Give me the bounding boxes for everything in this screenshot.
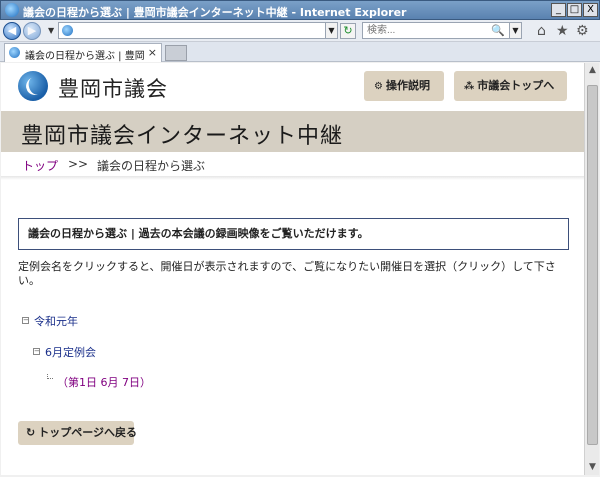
gear-icon: ⚙: [374, 81, 383, 92]
tree-session-link[interactable]: 6月定例会: [45, 344, 96, 360]
minimize-button[interactable]: _: [551, 3, 566, 17]
collapse-icon[interactable]: −: [33, 348, 40, 355]
back-to-top-label: トップページへ戻る: [38, 426, 137, 439]
return-arrow-icon: ↻: [26, 426, 36, 439]
breadcrumb-current: 議会の日程から選ぶ: [97, 159, 206, 173]
sitemap-icon: ⁂: [464, 81, 475, 92]
back-to-top-button[interactable]: ↻ トップページへ戻る: [18, 421, 137, 445]
council-top-label: 市議会トップへ: [477, 79, 555, 92]
search-dropdown-icon[interactable]: ▼: [509, 23, 521, 38]
address-dropdown-icon[interactable]: ▼: [325, 23, 337, 38]
search-box: 🔍 ▼: [362, 22, 522, 39]
back-button[interactable]: ◀: [3, 22, 21, 40]
breadcrumb-separator: >>: [68, 157, 89, 171]
page-viewport: 豊岡市議会 ⚙ 操作説明 ⁂ 市議会トップへ 豊岡市議会インターネット中継 トップ …: [1, 63, 584, 475]
scrollbar-thumb[interactable]: [587, 85, 598, 445]
site-name: 豊岡市議会: [58, 77, 168, 101]
tree-connector: [47, 374, 53, 379]
city-logo-icon: [18, 71, 48, 101]
scroll-down-icon[interactable]: ▼: [585, 460, 600, 475]
banner-title: 豊岡市議会インターネット中継: [21, 124, 344, 149]
tab-favicon-icon: [9, 47, 20, 58]
tab-close-icon[interactable]: ×: [148, 46, 157, 59]
scroll-up-icon[interactable]: ▲: [585, 63, 600, 78]
tools-gear-icon[interactable]: ⚙: [576, 23, 589, 39]
council-top-button[interactable]: ⁂ 市議会トップへ: [454, 71, 567, 101]
help-button[interactable]: ⚙ 操作説明: [364, 71, 444, 101]
ie-logo-icon: [5, 3, 19, 17]
window-title: 議会の日程から選ぶ | 豊岡市議会インターネット中継 - Internet Ex…: [23, 6, 407, 19]
tab-label: 議会の日程から選ぶ | 豊岡...: [25, 51, 145, 62]
refresh-button[interactable]: ↻: [340, 23, 356, 39]
site-favicon-icon: [62, 25, 73, 36]
breadcrumb-divider: [1, 176, 584, 180]
intro-text: 定例会名をクリックすると、開催日が表示されますので、ご覧になりたい開催日を選択（…: [18, 260, 556, 287]
tab-strip: 議会の日程から選ぶ | 豊岡... ×: [0, 42, 600, 62]
help-button-label: 操作説明: [385, 79, 430, 92]
window-titlebar: 議会の日程から選ぶ | 豊岡市議会インターネット中継 - Internet Ex…: [0, 0, 600, 20]
home-icon[interactable]: ⌂: [537, 23, 546, 39]
tab-current[interactable]: 議会の日程から選ぶ | 豊岡... ×: [4, 43, 162, 62]
address-bar[interactable]: ▼: [58, 22, 338, 39]
breadcrumb: トップ >> 議会の日程から選ぶ: [1, 152, 584, 176]
section-notice: 議会の日程から選ぶ | 過去の本会議の録画映像をご覧いただけます。: [18, 218, 569, 250]
vertical-scrollbar[interactable]: ▲ ▼: [584, 63, 599, 475]
tree-day-link[interactable]: （第1日 6月 7日）: [57, 374, 151, 390]
site-header: 豊岡市議会 ⚙ 操作説明 ⁂ 市議会トップへ: [1, 63, 584, 111]
search-icon[interactable]: 🔍: [491, 24, 505, 37]
collapse-icon[interactable]: −: [22, 317, 29, 324]
address-toolbar: ◀ ▶ ▼ ▼ ↻ 🔍 ▼ ⌂ ★ ⚙: [0, 20, 600, 42]
breadcrumb-top-link[interactable]: トップ: [22, 157, 58, 174]
new-tab-button[interactable]: [165, 45, 187, 61]
page-banner: 豊岡市議会インターネット中継: [1, 111, 584, 152]
history-dropdown-icon[interactable]: ▼: [48, 26, 54, 35]
favorites-icon[interactable]: ★: [556, 23, 569, 39]
close-button[interactable]: X: [583, 3, 598, 17]
tree-year-link[interactable]: 令和元年: [34, 313, 78, 329]
forward-button[interactable]: ▶: [23, 22, 41, 40]
search-input[interactable]: [363, 23, 483, 38]
maximize-button[interactable]: □: [567, 3, 582, 17]
